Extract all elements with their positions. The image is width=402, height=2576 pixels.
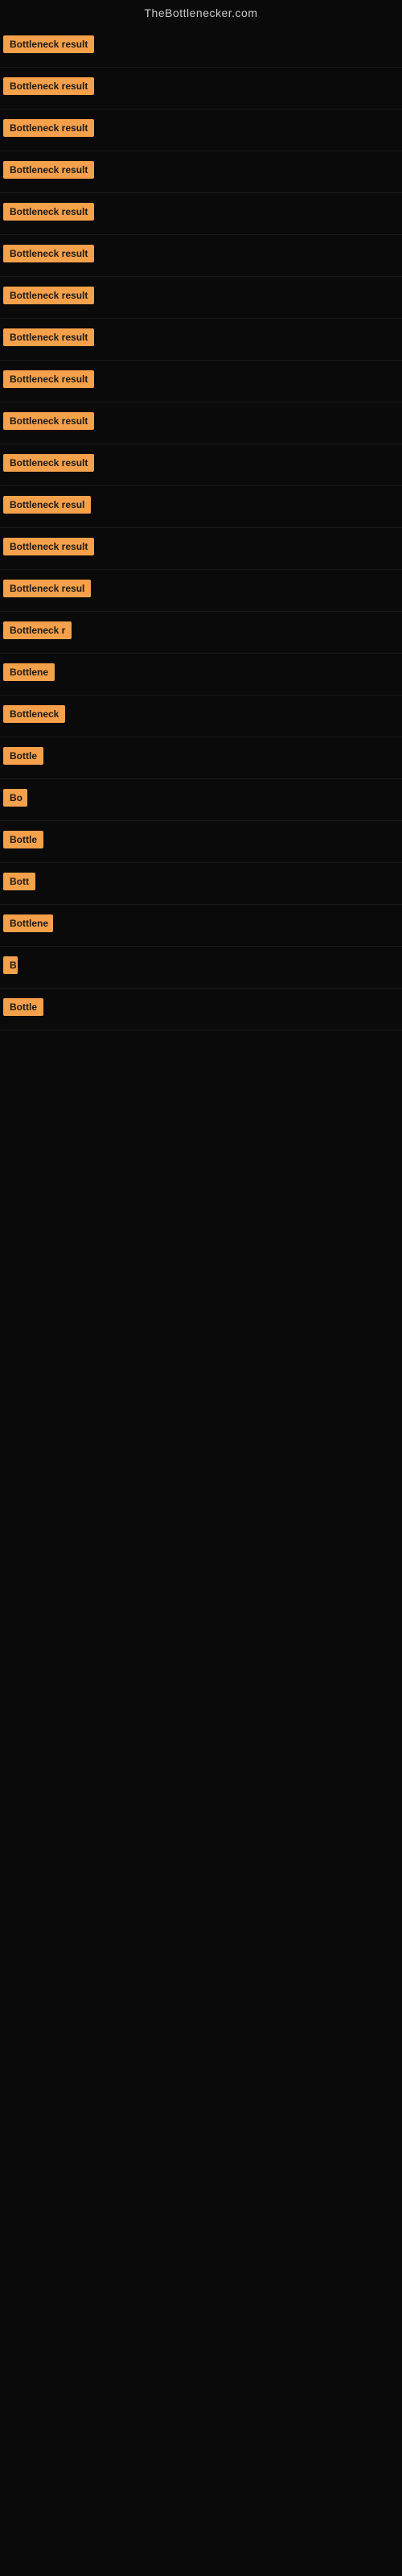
result-row-4: Bottleneck result: [0, 151, 402, 193]
bottleneck-badge-4[interactable]: Bottleneck result: [3, 161, 94, 179]
bottleneck-badge-1[interactable]: Bottleneck result: [3, 35, 94, 53]
bottleneck-badge-3[interactable]: Bottleneck result: [3, 119, 94, 137]
bottleneck-badge-15[interactable]: Bottleneck r: [3, 621, 72, 639]
result-row-17: Bottleneck: [0, 696, 402, 737]
result-row-10: Bottleneck result: [0, 402, 402, 444]
result-row-13: Bottleneck result: [0, 528, 402, 570]
result-row-21: Bott: [0, 863, 402, 905]
bottleneck-badge-12[interactable]: Bottleneck resul: [3, 496, 91, 514]
result-row-5: Bottleneck result: [0, 193, 402, 235]
result-row-8: Bottleneck result: [0, 319, 402, 361]
bottleneck-badge-19[interactable]: Bo: [3, 789, 27, 807]
bottleneck-badge-22[interactable]: Bottlene: [3, 914, 53, 932]
bottleneck-badge-14[interactable]: Bottleneck resul: [3, 580, 91, 597]
bottleneck-badge-21[interactable]: Bott: [3, 873, 35, 890]
bottleneck-badge-18[interactable]: Bottle: [3, 747, 43, 765]
result-row-9: Bottleneck result: [0, 361, 402, 402]
result-row-16: Bottlene: [0, 654, 402, 696]
bottleneck-badge-16[interactable]: Bottlene: [3, 663, 55, 681]
bottleneck-badge-23[interactable]: B: [3, 956, 18, 974]
bottleneck-badge-5[interactable]: Bottleneck result: [3, 203, 94, 221]
result-row-3: Bottleneck result: [0, 109, 402, 151]
result-row-24: Bottle: [0, 989, 402, 1030]
result-row-18: Bottle: [0, 737, 402, 779]
bottleneck-badge-20[interactable]: Bottle: [3, 831, 43, 848]
result-row-15: Bottleneck r: [0, 612, 402, 654]
bottleneck-badge-8[interactable]: Bottleneck result: [3, 328, 94, 346]
bottleneck-badge-17[interactable]: Bottleneck: [3, 705, 65, 723]
bottleneck-badge-13[interactable]: Bottleneck result: [3, 538, 94, 555]
bottleneck-badge-9[interactable]: Bottleneck result: [3, 370, 94, 388]
bottleneck-badge-10[interactable]: Bottleneck result: [3, 412, 94, 430]
bottleneck-badge-6[interactable]: Bottleneck result: [3, 245, 94, 262]
result-row-12: Bottleneck resul: [0, 486, 402, 528]
result-row-23: B: [0, 947, 402, 989]
result-row-7: Bottleneck result: [0, 277, 402, 319]
result-row-20: Bottle: [0, 821, 402, 863]
result-row-14: Bottleneck resul: [0, 570, 402, 612]
bottleneck-badge-2[interactable]: Bottleneck result: [3, 77, 94, 95]
result-row-22: Bottlene: [0, 905, 402, 947]
bottleneck-badge-11[interactable]: Bottleneck result: [3, 454, 94, 472]
result-row-19: Bo: [0, 779, 402, 821]
result-row-1: Bottleneck result: [0, 26, 402, 68]
result-row-6: Bottleneck result: [0, 235, 402, 277]
result-row-2: Bottleneck result: [0, 68, 402, 109]
result-row-11: Bottleneck result: [0, 444, 402, 486]
bottleneck-badge-7[interactable]: Bottleneck result: [3, 287, 94, 304]
bottleneck-badge-24[interactable]: Bottle: [3, 998, 43, 1016]
site-title: TheBottlenecker.com: [0, 0, 402, 26]
